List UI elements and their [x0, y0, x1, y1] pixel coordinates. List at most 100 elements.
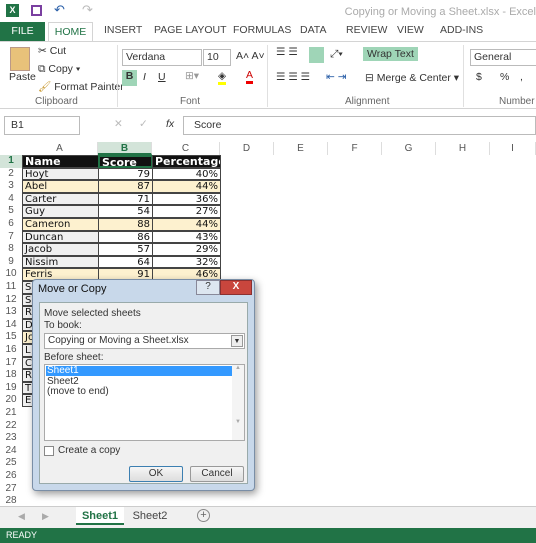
formula-input[interactable]: Score: [183, 116, 536, 135]
row-header[interactable]: 13: [0, 306, 22, 319]
column-header[interactable]: H: [436, 142, 490, 155]
column-header[interactable]: A: [22, 142, 98, 155]
align-left-center-right-icon[interactable]: ☰ ☰ ☰: [276, 71, 310, 83]
cell[interactable]: 32%: [152, 255, 221, 269]
borders-icon[interactable]: ⊞▾: [185, 70, 199, 82]
name-box[interactable]: B1: [4, 116, 80, 135]
row-header[interactable]: 6: [0, 218, 22, 231]
font-name-select[interactable]: Verdana: [122, 49, 202, 66]
cell[interactable]: Nissim: [22, 255, 99, 269]
font-size-increase-icon[interactable]: A˄ A˅: [236, 50, 265, 62]
tab-add-ins[interactable]: ADD-INS: [440, 24, 483, 36]
percent-button[interactable]: %: [500, 71, 509, 83]
font-size-select[interactable]: 10: [203, 49, 231, 66]
row-header[interactable]: 19: [0, 382, 22, 395]
cell[interactable]: Hoyt: [22, 167, 99, 181]
cell[interactable]: 88: [98, 218, 153, 231]
row-header[interactable]: 21: [0, 407, 22, 420]
comma-button[interactable]: ,: [520, 71, 523, 83]
row-header[interactable]: 5: [0, 205, 22, 218]
before-sheet-list[interactable]: Sheet1 Sheet2 (move to end) ▲ ▼: [44, 364, 245, 441]
scroll-tabs-left-icon[interactable]: ◀: [18, 511, 25, 522]
row-header[interactable]: 10: [0, 268, 22, 281]
sheet-tab-sheet1[interactable]: Sheet1: [76, 507, 124, 525]
tab-review[interactable]: REVIEW: [346, 24, 387, 36]
ok-button[interactable]: OK: [129, 466, 183, 482]
column-header[interactable]: F: [328, 142, 382, 155]
row-header[interactable]: 12: [0, 294, 22, 307]
tab-formulas[interactable]: FORMULAS: [233, 24, 291, 36]
cut-button[interactable]: ✂ Cut: [38, 45, 66, 57]
cell[interactable]: Percentage: [152, 155, 221, 168]
cancel-button[interactable]: Cancel: [190, 466, 244, 482]
indent-icon[interactable]: ⇤ ⇥: [326, 71, 347, 83]
number-format-select[interactable]: General: [470, 49, 536, 66]
tab-page-layout[interactable]: PAGE LAYOUT: [154, 24, 227, 36]
copy-button[interactable]: ⧉ Copy ▾: [38, 63, 80, 76]
cell[interactable]: Score: [98, 155, 153, 168]
create-copy-checkbox[interactable]: [44, 446, 54, 456]
fill-color-icon[interactable]: ◈: [218, 70, 227, 85]
cell[interactable]: 29%: [152, 243, 221, 256]
format-painter-button[interactable]: 🖌 Format Painter: [38, 80, 124, 93]
list-scrollbar[interactable]: ▲ ▼: [232, 365, 244, 440]
cell[interactable]: 43%: [152, 230, 221, 244]
underline-button[interactable]: U: [158, 71, 166, 83]
cell[interactable]: Duncan: [22, 230, 99, 244]
scroll-tabs-right-icon[interactable]: ▶: [42, 511, 49, 522]
currency-button[interactable]: $: [476, 71, 482, 83]
cancel-icon[interactable]: ✕: [114, 118, 123, 130]
cell[interactable]: Abel: [22, 180, 99, 193]
font-color-icon[interactable]: A: [246, 69, 254, 84]
cell[interactable]: 54: [98, 205, 153, 218]
redo-icon[interactable]: ↷: [82, 2, 93, 18]
cell[interactable]: Name: [22, 155, 99, 168]
bold-button[interactable]: B: [122, 70, 137, 86]
chevron-down-icon[interactable]: ▼: [231, 335, 243, 347]
row-header[interactable]: 16: [0, 344, 22, 357]
cell[interactable]: 57: [98, 243, 153, 256]
to-book-select[interactable]: Copying or Moving a Sheet.xlsx ▼: [44, 333, 245, 349]
column-header[interactable]: B: [98, 142, 152, 155]
row-header[interactable]: 2: [0, 168, 22, 181]
cell[interactable]: 87: [98, 180, 153, 193]
cell[interactable]: 44%: [152, 180, 221, 193]
row-header[interactable]: 14: [0, 319, 22, 332]
row-header[interactable]: 9: [0, 256, 22, 269]
help-button[interactable]: ?: [196, 280, 220, 295]
row-header[interactable]: 7: [0, 231, 22, 244]
merge-center-button[interactable]: ⊟ Merge & Center ▾: [365, 72, 459, 84]
row-header[interactable]: 27: [0, 483, 22, 496]
row-header[interactable]: 3: [0, 180, 22, 193]
wrap-text-button[interactable]: Wrap Text: [363, 47, 418, 61]
orientation-icon[interactable]: ⤢▾: [330, 48, 343, 61]
bottom-align-icon[interactable]: [309, 47, 324, 63]
row-header[interactable]: 23: [0, 432, 22, 445]
save-icon[interactable]: [31, 5, 42, 16]
column-header[interactable]: I: [490, 142, 536, 155]
list-item[interactable]: Sheet1: [46, 366, 232, 376]
row-header[interactable]: 18: [0, 369, 22, 382]
cell[interactable]: Guy: [22, 205, 99, 218]
sheet-tab-sheet2[interactable]: Sheet2: [128, 507, 172, 525]
list-item[interactable]: (move to end): [46, 387, 243, 397]
column-header[interactable]: G: [382, 142, 436, 155]
cell[interactable]: 44%: [152, 218, 221, 231]
row-header[interactable]: 8: [0, 243, 22, 256]
italic-button[interactable]: I: [143, 71, 146, 83]
enter-icon[interactable]: ✓: [139, 118, 148, 130]
cell[interactable]: 71: [98, 192, 153, 206]
row-header[interactable]: 20: [0, 394, 22, 407]
insert-function-button[interactable]: fx: [166, 118, 174, 130]
row-header[interactable]: 1: [0, 155, 22, 168]
row-header[interactable]: 26: [0, 470, 22, 483]
row-header[interactable]: 11: [0, 281, 22, 294]
tab-home[interactable]: HOME: [48, 22, 93, 41]
row-header[interactable]: 22: [0, 420, 22, 433]
new-sheet-button[interactable]: +: [197, 509, 210, 522]
column-header[interactable]: D: [220, 142, 274, 155]
row-header[interactable]: 17: [0, 357, 22, 370]
paste-button[interactable]: Paste: [9, 71, 36, 83]
column-header[interactable]: C: [152, 142, 220, 155]
top-align-icon[interactable]: ☰ ☰: [276, 46, 298, 58]
